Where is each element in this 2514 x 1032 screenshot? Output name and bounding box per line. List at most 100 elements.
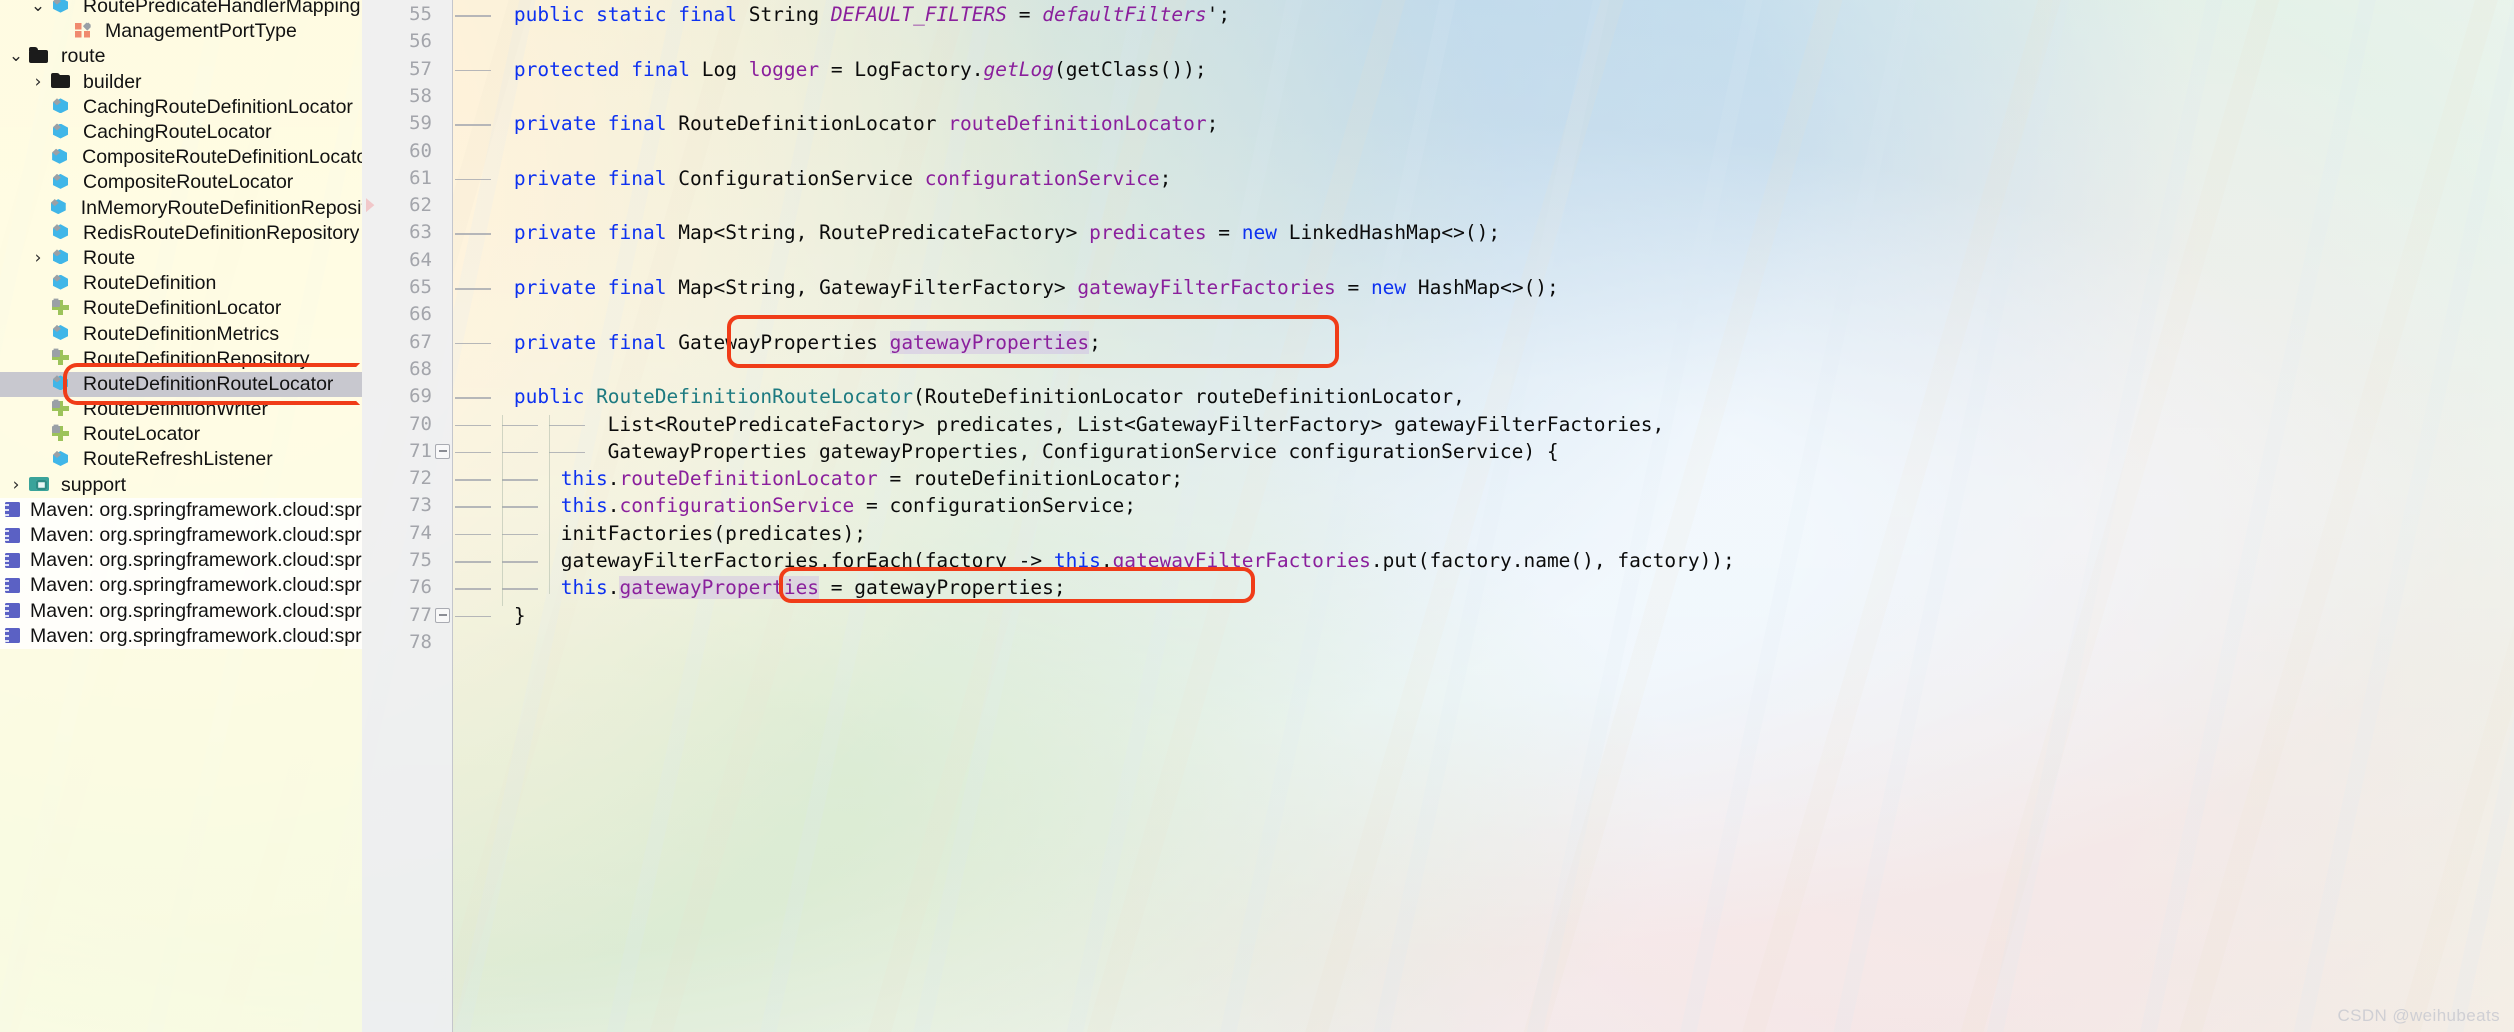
code-token: final	[631, 57, 702, 81]
editor-panel[interactable]: 55 56 57 58 59 60 61 62 63 64 65 66 67 68 69 70 71 72 73 74…	[362, 0, 2514, 1032]
tree-item-label: Maven: org.springframework.cloud:spring-…	[30, 624, 362, 647]
chevron-down-icon[interactable]: ⌄	[26, 0, 50, 15]
tree-item-maven-library[interactable]: Maven: org.springframework.cloud:spring-…	[0, 623, 362, 649]
chevron-right-icon[interactable]: ›	[26, 249, 50, 267]
line-number: 78	[409, 630, 432, 653]
code-line-59[interactable]: private final RouteDefinitionLocator rou…	[514, 110, 1218, 137]
library-icon	[4, 625, 24, 647]
tree-item-support[interactable]: › support	[0, 473, 362, 498]
project-tree-panel[interactable]: ⌄ RoutePredicateHandlerMapping ManagementP…	[0, 0, 362, 1032]
code-line-71[interactable]: GatewayProperties gatewayProperties, Con…	[608, 438, 1559, 465]
code-token: private	[513, 221, 608, 245]
code-line-63[interactable]: private final Map<String, RoutePredicate…	[514, 219, 1500, 246]
indent-guide	[501, 506, 538, 508]
code-token: LinkedHashMap<>();	[1288, 221, 1501, 245]
code-token: configurationService	[619, 494, 855, 518]
enum-icon	[72, 21, 98, 43]
code-token: routeDefinitionLocator	[948, 112, 1207, 136]
tree-item-CachingRouteDefinitionLocator[interactable]: CachingRouteDefinitionLocator	[0, 95, 362, 120]
code-line-70[interactable]: List<RoutePredicateFactory> predicates, …	[608, 411, 1665, 438]
tree-item-RouteDefinitionLocator[interactable]: RouteDefinitionLocator	[0, 296, 362, 321]
fold-collapse-icon[interactable]	[435, 607, 450, 623]
code-token: RouteDefinitionRouteLocator	[596, 385, 914, 409]
code-line-65[interactable]: private final Map<String, GatewayFilterF…	[514, 274, 1559, 301]
line-number: 58	[409, 84, 432, 107]
fold-minus-glyph	[438, 614, 447, 616]
code-line-74[interactable]: initFactories(predicates);	[561, 520, 866, 547]
watermark: CSDN @weihubeats	[2337, 1006, 2500, 1025]
code-token: String	[748, 3, 831, 26]
tree-item-RedisRouteDefinitionRepository[interactable]: RedisRouteDefinitionRepository	[0, 221, 362, 246]
code-token: = routeDefinitionLocator;	[877, 467, 1183, 491]
code-token: List<RoutePredicateFactory> predicates, …	[607, 412, 1665, 436]
tree-item-maven-library[interactable]: Maven: org.springframework.cloud:spring-…	[0, 573, 362, 599]
indent-guide	[455, 424, 491, 427]
code-line-61[interactable]: private final ConfigurationService confi…	[514, 165, 1171, 192]
tree-item-RouteDefinitionMetrics[interactable]: RouteDefinitionMetrics	[0, 321, 362, 346]
code-token: = LogFactory.	[819, 57, 984, 81]
chevron-right-icon[interactable]: ›	[4, 476, 28, 494]
code-token: GatewayProperties	[678, 330, 890, 354]
code-line-57[interactable]: protected final Log logger = LogFactory.…	[514, 56, 1207, 83]
fold-collapse-icon[interactable]	[435, 443, 450, 459]
code-token: DEFAULT_FILTERS	[830, 3, 1007, 26]
tree-item-maven-library[interactable]: Maven: org.springframework.cloud:spring-…	[0, 522, 362, 549]
code-token: final	[607, 276, 679, 299]
indent-guide	[455, 342, 491, 345]
code-token: this	[560, 576, 608, 600]
tree-item-maven-library[interactable]: Maven: org.springframework.cloud:spring-…	[0, 598, 362, 624]
code-token: final	[607, 166, 679, 190]
tree-item-route[interactable]: ⌄ route	[0, 44, 362, 69]
chevron-down-icon[interactable]: ⌄	[4, 48, 28, 65]
code-line-73[interactable]: this.configurationService = configuratio…	[561, 492, 1136, 519]
code-token: (getClass());	[1053, 57, 1207, 81]
class-icon	[50, 222, 76, 244]
code-line-72[interactable]: this.routeDefinitionLocator = routeDefin…	[561, 465, 1183, 492]
tree-item-label: CachingRouteDefinitionLocator	[83, 95, 353, 118]
line-number: 67	[409, 330, 432, 353]
library-icon	[4, 600, 24, 622]
tree-item-RouteDefinition[interactable]: RouteDefinition	[0, 271, 362, 296]
code-token: public	[513, 3, 597, 26]
tree-item-label: RouteDefinition	[83, 272, 217, 295]
tree-item-RouteDefinitionRepository[interactable]: RouteDefinitionRepository	[0, 347, 362, 372]
class-icon	[50, 247, 76, 269]
line-number: 76	[409, 576, 432, 599]
code-token: gatewayFilterFactories	[1112, 549, 1371, 572]
indent-guide	[501, 588, 538, 590]
code-token: ;	[1206, 112, 1219, 136]
tree-item-label: RoutePredicateHandlerMapping	[83, 0, 361, 18]
tree-item-CompositeRouteDefinitionLocator[interactable]: CompositeRouteDefinitionLocator	[0, 145, 362, 170]
tree-item-RouteLocator[interactable]: RouteLocator	[0, 422, 362, 447]
tree-item-RoutePredicateHandlerMapping[interactable]: ⌄ RoutePredicateHandlerMapping	[0, 0, 362, 19]
code-line-67[interactable]: private final GatewayProperties gatewayP…	[514, 329, 1101, 356]
code-line-69[interactable]: public RouteDefinitionRouteLocator(Route…	[514, 383, 1465, 410]
code-token: Map<String, GatewayFilterFactory>	[678, 276, 1078, 299]
tree-item-maven-library[interactable]: Maven: org.springframework.cloud:spring-…	[0, 497, 362, 523]
tree-item-RouteDefinitionRouteLocator[interactable]: RouteDefinitionRouteLocator	[0, 371, 362, 397]
tree-item-RouteDefinitionWriter[interactable]: RouteDefinitionWriter	[0, 397, 362, 422]
class-icon	[50, 0, 76, 18]
code-token: final	[607, 330, 679, 354]
tree-item-maven-library[interactable]: Maven: org.springframework.cloud:spring-…	[0, 548, 362, 574]
chevron-right-icon[interactable]: ›	[26, 73, 50, 91]
library-icon	[4, 550, 24, 572]
code-token: .	[1100, 549, 1113, 572]
code-line-77[interactable]: }	[514, 602, 526, 629]
tree-item-builder[interactable]: › builder	[0, 70, 362, 95]
tree-item-RouteRefreshListener[interactable]: RouteRefreshListener	[0, 447, 362, 472]
tree-item-ManagementPortType[interactable]: ManagementPortType	[0, 19, 362, 44]
tree-item-CompositeRouteLocator[interactable]: CompositeRouteLocator	[0, 170, 362, 195]
project-tree[interactable]: ⌄ RoutePredicateHandlerMapping ManagementP…	[0, 0, 362, 649]
editor-code-area[interactable]: public static final String DEFAULT_FILTE…	[453, 0, 2514, 1032]
indent-guide	[455, 397, 491, 399]
code-line-75[interactable]: gatewayFilterFactories.forEach(factory -…	[561, 547, 1735, 574]
tree-item-CachingRouteLocator[interactable]: CachingRouteLocator	[0, 120, 362, 145]
code-line-55[interactable]: public static final String DEFAULT_FILTE…	[514, 1, 1230, 28]
indent-guide	[501, 479, 538, 481]
code-token: =	[1206, 221, 1242, 245]
tree-item-InMemoryRouteDefinitionRepository[interactable]: InMemoryRouteDefinitionRepository	[0, 196, 362, 221]
tree-item-Route[interactable]: › Route	[0, 246, 362, 271]
code-line-76[interactable]: this.gatewayProperties = gatewayProperti…	[561, 574, 1066, 601]
editor-gutter[interactable]: 55 56 57 58 59 60 61 62 63 64 65 66 67 68 69 70 71 72 73 74…	[362, 0, 453, 1032]
